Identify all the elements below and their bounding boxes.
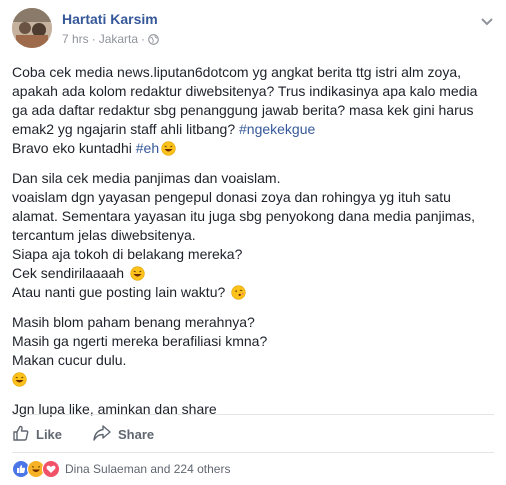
text-line: Dan sila cek media panjimas dan voaislam… (12, 170, 281, 186)
kissing-emoji-icon (231, 285, 246, 300)
text-line: Cek sendirilaaaah (12, 264, 496, 283)
facebook-post: Hartati Karsim 7 hrs · Jakarta · Coba ce… (0, 0, 506, 485)
reactions-summary[interactable]: Dina Sulaeman and 224 others (65, 462, 230, 476)
thumbs-up-icon (12, 424, 30, 445)
paragraph-2: Dan sila cek media panjimas dan voaislam… (12, 169, 496, 302)
meta-separator: · (91, 32, 96, 46)
text-line: Makan cucur dulu. (12, 352, 127, 368)
text-span: Cek sendirilaaaah (12, 265, 125, 281)
post-location[interactable]: Jakarta (99, 32, 138, 46)
text-span: emak2 yg ngajarin staff ahli litbang? (12, 121, 239, 137)
share-arrow-icon (92, 424, 112, 445)
divider (12, 452, 494, 453)
share-button[interactable]: Share (92, 418, 154, 450)
text-line: voaislam dgn yayasan pengepul donasi zoy… (12, 189, 451, 205)
hashtag-link[interactable]: #eh (136, 140, 159, 156)
text-line: tercantum jelas diwebsitenya. (12, 227, 196, 243)
laughing-emoji-icon (12, 372, 27, 387)
text-line: ga ada daftar redaktur sbg penanggung ja… (12, 102, 474, 118)
text-line: Coba cek media news.liputan6dotcom yg an… (12, 64, 462, 80)
share-label: Share (118, 426, 155, 442)
text-line: alamat. Sementara yayasan itu juga sbg p… (12, 208, 476, 224)
text-line: emak2 yg ngajarin staff ahli litbang? #n… (12, 120, 496, 139)
text-line: Siapa aja tokoh di belakang mereka? (12, 246, 243, 262)
avatar[interactable] (12, 8, 52, 48)
post-meta: 7 hrs · Jakarta · (62, 32, 159, 46)
text-line: apakah ada kolom redaktur diwebsitenya? … (12, 83, 478, 99)
post-timestamp[interactable]: 7 hrs (62, 32, 89, 46)
paragraph-4: Jgn lupa like, aminkan dan share (12, 400, 496, 419)
globe-icon[interactable] (148, 33, 159, 45)
post-body: Coba cek media news.liputan6dotcom yg an… (12, 63, 496, 430)
text-line: Masih ga ngerti mereka berafiliasi kmna? (12, 333, 268, 349)
text-line: Bravo eko kuntadhi #eh (12, 139, 496, 158)
laughing-emoji-icon (130, 266, 145, 281)
reactions-bar[interactable]: Dina Sulaeman and 224 others (12, 460, 230, 478)
like-button[interactable]: Like (12, 418, 62, 450)
text-line: Jgn lupa like, aminkan dan share (12, 401, 217, 417)
paragraph-1: Coba cek media news.liputan6dotcom yg an… (12, 63, 496, 158)
author-name[interactable]: Hartati Karsim (62, 11, 158, 27)
post-actions: Like Share (12, 418, 154, 450)
text-line: Masih blom paham benang merahnya? (12, 314, 255, 330)
text-span: Bravo eko kuntadhi (12, 140, 136, 156)
like-label: Like (36, 426, 63, 442)
text-span: Atau nanti gue posting lain waktu? (12, 284, 226, 300)
post-header: Hartati Karsim 7 hrs · Jakarta · (12, 8, 498, 52)
paragraph-3: Masih blom paham benang merahnya? Masih … (12, 313, 496, 389)
laughing-emoji-icon (161, 141, 176, 156)
meta-separator-2: · (141, 32, 146, 46)
hashtag-link[interactable]: #ngekekgue (239, 121, 315, 137)
chevron-down-icon[interactable] (480, 14, 494, 26)
love-reaction-icon (42, 460, 60, 478)
text-line (12, 370, 496, 389)
text-line: Atau nanti gue posting lain waktu? (12, 283, 496, 302)
divider (12, 414, 494, 415)
